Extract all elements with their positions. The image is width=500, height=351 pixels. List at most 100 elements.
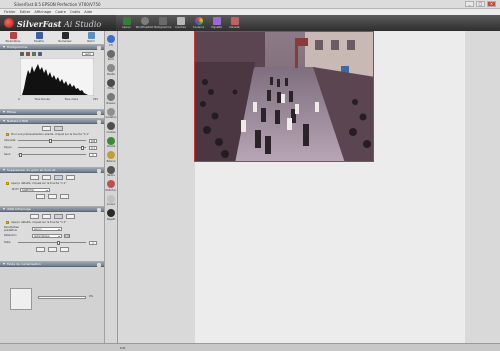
tool-multi-exposure[interactable]: Multi-Exp. <box>106 180 116 192</box>
grain-compare-toggle[interactable] <box>47 194 57 199</box>
collapse-triangle-icon <box>3 120 5 122</box>
section-close-icon[interactable] <box>97 262 101 267</box>
section-close-icon[interactable] <box>97 45 101 50</box>
mode-settings[interactable]: Paramètres <box>3 32 23 43</box>
slider-track[interactable] <box>18 240 86 245</box>
dust-preview-toggle[interactable] <box>35 247 45 252</box>
silverfast-logo-icon <box>4 18 14 28</box>
channel-blue-button[interactable] <box>38 52 42 56</box>
slider-knob[interactable] <box>80 145 84 150</box>
scan-icon <box>61 32 69 39</box>
toolbar-button-colors[interactable]: Couleurs <box>191 15 206 31</box>
slider-threshold[interactable]: Seuil 0 <box>0 152 104 157</box>
collapse-triangle-icon <box>3 208 5 210</box>
dust-extra-toggle[interactable] <box>65 214 75 219</box>
toolbar-button-vignette[interactable]: Vignette <box>209 15 224 31</box>
batch-icon <box>87 32 95 39</box>
density-icon <box>230 17 239 25</box>
mode-scan[interactable]: Numériser <box>55 32 75 43</box>
window-title: SilverFast 8.5 EPSON Perfection V700/V75… <box>14 2 101 7</box>
tool-info[interactable]: Info <box>107 35 115 47</box>
grain-preview-toggle[interactable] <box>35 194 45 199</box>
dust-mode-select[interactable]: Aucun <box>32 226 62 231</box>
dust-detect-value[interactable]: 100 <box>64 233 70 238</box>
tool-gradation[interactable]: Gradation <box>106 107 116 119</box>
tool-zoom[interactable]: Zoom <box>107 49 115 61</box>
dust-on-toggle[interactable] <box>53 214 63 219</box>
tool-curves[interactable]: Courbes <box>106 122 116 134</box>
grain-off-toggle[interactable] <box>29 175 39 180</box>
histogram-chart[interactable] <box>20 58 94 96</box>
dust-apply-toggle[interactable] <box>59 247 69 252</box>
grain-extra-toggle[interactable] <box>65 175 75 180</box>
tool-levels[interactable]: Niveaux <box>107 93 115 105</box>
section-header-output[interactable]: Mode de numérisation <box>0 262 104 267</box>
navigator-thumbnail[interactable] <box>10 288 32 310</box>
grain-toggles <box>0 173 104 180</box>
pipette-icon <box>107 64 115 72</box>
section-close-icon[interactable] <box>97 168 101 173</box>
preview-icon <box>122 17 131 25</box>
tool-pipette[interactable]: Pipette <box>107 64 115 76</box>
preview-image[interactable] <box>194 31 374 162</box>
section-close-icon[interactable] <box>97 119 101 124</box>
grain-preset-select[interactable]: GANE film <box>20 187 50 192</box>
slider-track[interactable] <box>18 152 86 157</box>
grain-apply-toggle[interactable] <box>59 194 69 199</box>
mode-batch[interactable]: Batch <box>81 32 101 43</box>
toolbar-button-curves[interactable]: Courbes <box>173 15 188 31</box>
grain-hint: Aperçu détaillé, cliquez sur la touche "… <box>0 182 104 185</box>
collapse-triangle-icon <box>3 263 5 265</box>
color-wheel-icon <box>194 17 203 25</box>
dust-detect-row: Détection Automatique 100 <box>4 233 70 238</box>
toolbar-button-preview[interactable]: Aperçu <box>119 15 134 31</box>
section-close-icon[interactable] <box>97 207 101 212</box>
levels-icon <box>107 93 115 101</box>
tool-negative[interactable]: Négatif <box>107 209 115 221</box>
maximize-button[interactable]: □ <box>476 1 485 7</box>
gradation-icon <box>106 107 115 116</box>
tool-neutral[interactable]: Neutre <box>107 165 115 177</box>
channel-red-button[interactable] <box>26 52 30 56</box>
color-icon <box>107 194 115 203</box>
tool-balance[interactable]: Balance <box>107 151 115 163</box>
dust-view-toggle[interactable] <box>41 214 51 219</box>
top-toolbar: Aperçu WorkflowPilot Histogramme Courbes… <box>116 15 500 31</box>
channel-buttons <box>20 52 42 56</box>
section-close-icon[interactable] <box>97 110 101 115</box>
dust-detect-select[interactable]: Automatique <box>32 233 62 238</box>
minimize-button[interactable]: _ <box>465 1 474 7</box>
tool-color[interactable]: Couleur <box>107 194 115 206</box>
channel-gray-button[interactable] <box>20 52 24 56</box>
slider-knob[interactable] <box>57 240 61 245</box>
sharpen-on-toggle[interactable] <box>53 126 63 131</box>
slider-track[interactable] <box>18 145 86 150</box>
dust-compare-toggle[interactable] <box>47 247 57 252</box>
slider-intensity[interactable]: Intensité 100 <box>0 138 104 143</box>
toolbar-button-density[interactable]: Densité <box>227 15 242 31</box>
slider-knob[interactable] <box>49 138 53 143</box>
tool-profile[interactable]: Profile <box>107 78 115 90</box>
toolbar-button-workflow[interactable]: WorkflowPilot <box>136 15 153 31</box>
tool-density[interactable]: Densité <box>107 136 115 148</box>
grain-on-toggle[interactable] <box>53 175 63 180</box>
scan-progress-percent: 0% <box>89 295 94 298</box>
sharpen-hint: Pour une prévisualisation exacte, clique… <box>0 133 104 136</box>
curves-icon <box>176 17 185 25</box>
slider-track[interactable] <box>18 138 86 143</box>
dust-off-toggle[interactable] <box>29 214 39 219</box>
toolbar-button-histogram[interactable]: Histogramme <box>154 15 171 31</box>
settings-icon <box>9 32 17 39</box>
sharpen-off-toggle[interactable] <box>41 126 51 131</box>
channel-green-button[interactable] <box>32 52 36 56</box>
mode-window[interactable]: Fenêtre <box>29 32 49 43</box>
auto-field[interactable]: auto <box>82 52 94 56</box>
dust-section: Aperçu détaillé, cliquez sur la touche "… <box>0 212 104 262</box>
warning-icon <box>6 133 9 136</box>
slider-knob[interactable] <box>19 152 23 157</box>
close-button[interactable]: × <box>487 1 496 7</box>
slider-radius[interactable]: Rayon 0.1 <box>0 145 104 150</box>
multi-exposure-icon <box>107 180 115 188</box>
window-controls: _ □ × <box>465 1 496 7</box>
grain-view-toggle[interactable] <box>41 175 51 180</box>
